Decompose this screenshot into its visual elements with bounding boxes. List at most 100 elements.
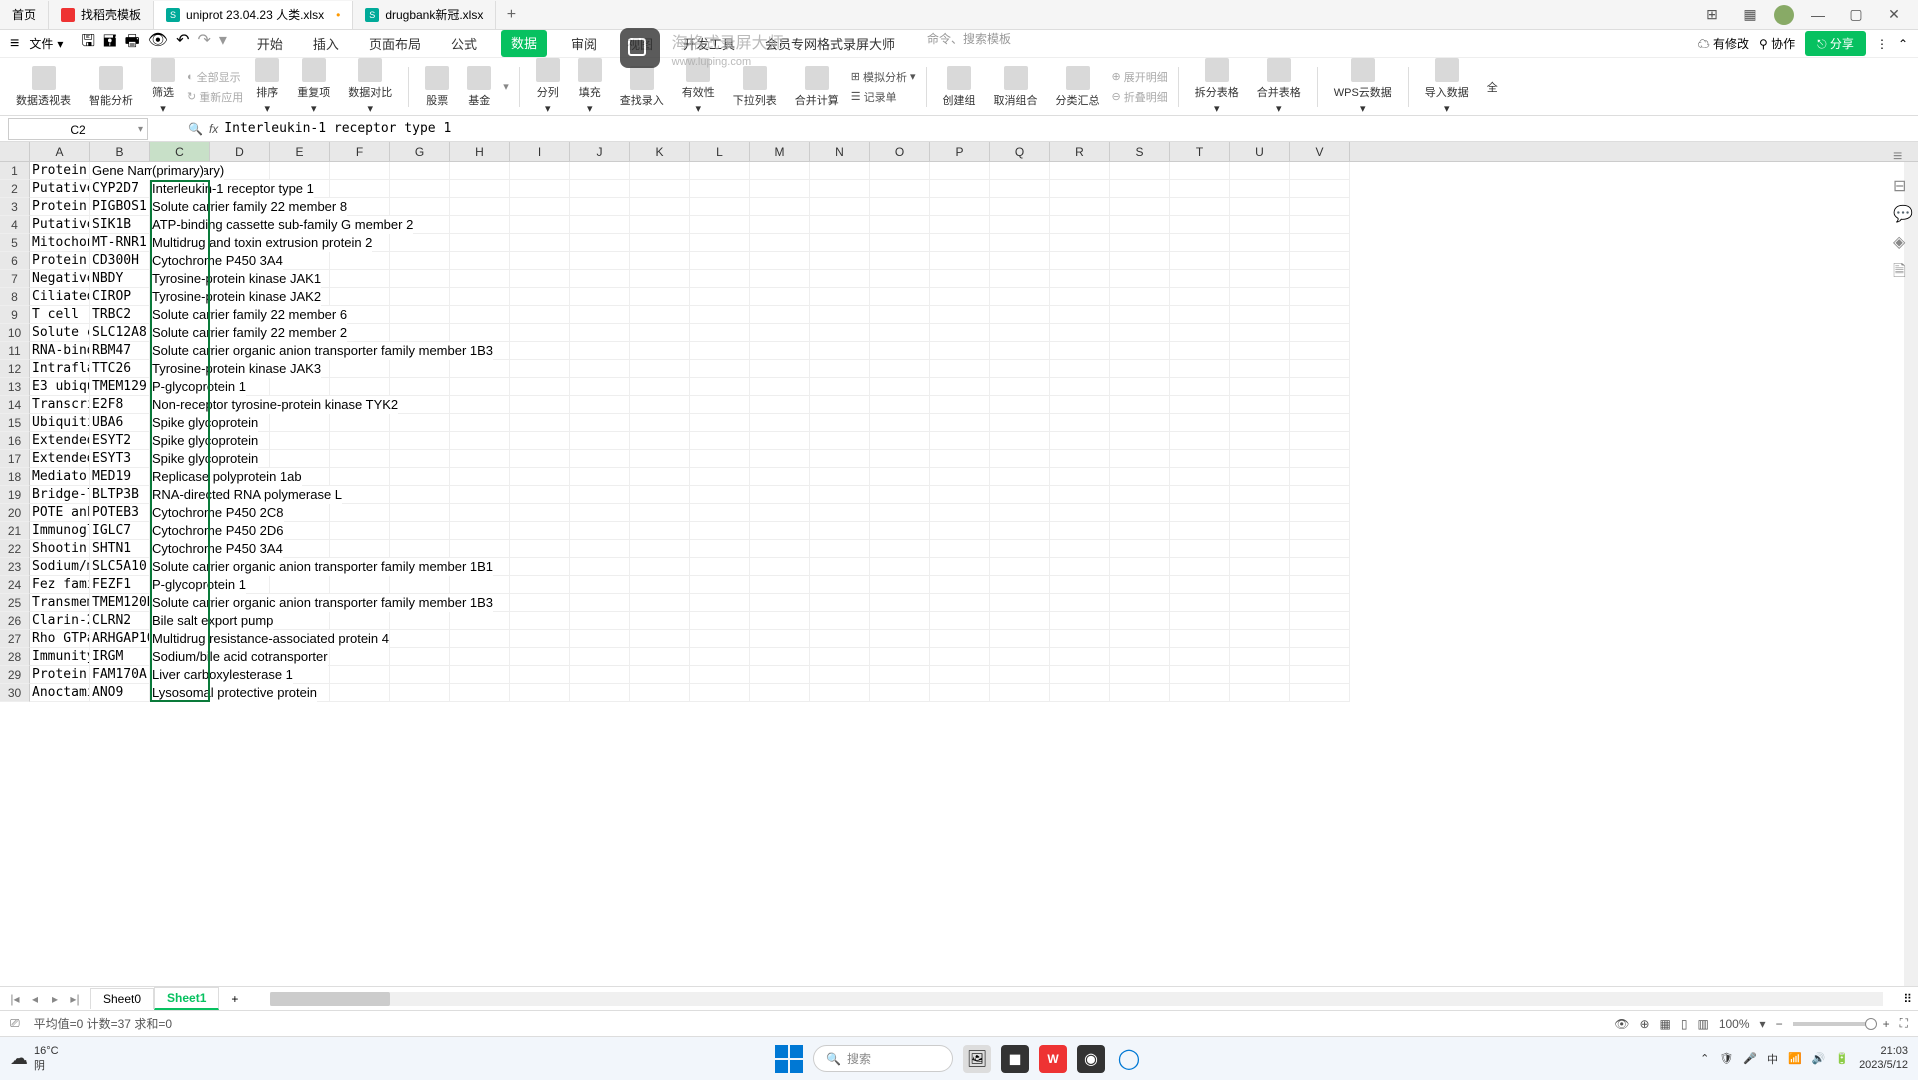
cell[interactable]: Spike glycoprotein	[150, 432, 210, 450]
cell[interactable]	[270, 414, 330, 432]
cell[interactable]: Transmem	[30, 594, 90, 612]
row-header[interactable]: 20	[0, 504, 30, 522]
start-button[interactable]	[775, 1045, 803, 1073]
col-header-Q[interactable]: Q	[990, 142, 1050, 161]
cell[interactable]	[330, 684, 390, 702]
cell[interactable]: CYP2D7	[90, 180, 150, 198]
cell[interactable]	[990, 612, 1050, 630]
cell[interactable]	[1170, 378, 1230, 396]
cell[interactable]	[570, 342, 630, 360]
settings-dots-icon[interactable]: ⠿	[1903, 992, 1912, 1006]
cell[interactable]: P-glycoprotein 1	[150, 378, 210, 396]
cell[interactable]: TMEM120B	[90, 594, 150, 612]
cell[interactable]	[1230, 306, 1290, 324]
col-header-D[interactable]: D	[210, 142, 270, 161]
cell[interactable]	[1290, 324, 1350, 342]
cell[interactable]	[810, 396, 870, 414]
cell[interactable]	[570, 180, 630, 198]
select-all-corner[interactable]	[0, 142, 30, 161]
cell[interactable]	[570, 504, 630, 522]
row-header[interactable]: 4	[0, 216, 30, 234]
name-box[interactable]: C2	[8, 118, 148, 140]
more-ribbon[interactable]: 全	[1481, 79, 1504, 95]
cell[interactable]	[690, 342, 750, 360]
side-menu-icon[interactable]: ≡	[1893, 148, 1913, 168]
cell[interactable]	[750, 288, 810, 306]
cell[interactable]: Bridge-l	[30, 486, 90, 504]
cell[interactable]	[990, 666, 1050, 684]
cell[interactable]: Solute carrier family 22 member 2	[150, 324, 210, 342]
cell[interactable]: Multidrug resistance-associated protein …	[150, 630, 210, 648]
side-tools-icon[interactable]: ⊟	[1893, 176, 1913, 196]
cloud-modified[interactable]: ☁ 有修改	[1698, 35, 1749, 52]
cell[interactable]	[570, 198, 630, 216]
cell[interactable]	[810, 468, 870, 486]
cell[interactable]: ANO9	[90, 684, 150, 702]
cell[interactable]	[1230, 378, 1290, 396]
cell[interactable]	[1050, 468, 1110, 486]
cell[interactable]	[1170, 648, 1230, 666]
cell[interactable]	[1230, 288, 1290, 306]
cell[interactable]	[1230, 360, 1290, 378]
cell[interactable]	[870, 270, 930, 288]
cell[interactable]	[690, 486, 750, 504]
cell[interactable]	[930, 252, 990, 270]
cell[interactable]	[810, 360, 870, 378]
cell[interactable]	[810, 270, 870, 288]
cell[interactable]: E2F8	[90, 396, 150, 414]
cell[interactable]	[450, 360, 510, 378]
cell[interactable]: Solute ca	[30, 324, 90, 342]
tab-devtools[interactable]: 开发工具	[677, 30, 741, 57]
cell[interactable]	[570, 594, 630, 612]
cell[interactable]	[630, 162, 690, 180]
cell[interactable]	[990, 378, 1050, 396]
cell[interactable]	[1170, 324, 1230, 342]
cell[interactable]	[510, 630, 570, 648]
cell[interactable]	[1110, 486, 1170, 504]
cell[interactable]: ARHGAP10	[90, 630, 150, 648]
cell[interactable]	[510, 648, 570, 666]
cell[interactable]	[1230, 198, 1290, 216]
zoom-out[interactable]: −	[1776, 1017, 1783, 1031]
tray-ime-icon[interactable]: 中	[1767, 1051, 1778, 1067]
cell[interactable]: UBA6	[90, 414, 150, 432]
cell[interactable]	[390, 180, 450, 198]
cell[interactable]	[930, 450, 990, 468]
cell[interactable]	[570, 558, 630, 576]
cell[interactable]	[1290, 270, 1350, 288]
sheet-nav-next[interactable]: ▸	[46, 992, 64, 1006]
cell[interactable]	[390, 504, 450, 522]
cell[interactable]	[810, 306, 870, 324]
cell[interactable]: PIGBOS1	[90, 198, 150, 216]
cell[interactable]: Cytochrome P450 3A4	[150, 252, 210, 270]
col-header-A[interactable]: A	[30, 142, 90, 161]
cell[interactable]	[750, 576, 810, 594]
cell[interactable]	[270, 378, 330, 396]
col-header-N[interactable]: N	[810, 142, 870, 161]
cell[interactable]	[1110, 324, 1170, 342]
cell[interactable]	[510, 306, 570, 324]
cell[interactable]	[1170, 180, 1230, 198]
reapply[interactable]: ↻ 重新应用	[187, 89, 243, 105]
cell[interactable]: BLTP3B	[90, 486, 150, 504]
cell[interactable]: (primary)	[150, 162, 210, 180]
row-header[interactable]: 18	[0, 468, 30, 486]
text-to-columns[interactable]: 分列▾	[530, 58, 566, 115]
cell[interactable]	[1290, 468, 1350, 486]
cell[interactable]	[510, 504, 570, 522]
cell[interactable]	[1290, 540, 1350, 558]
cell[interactable]	[810, 432, 870, 450]
cell[interactable]	[1230, 432, 1290, 450]
maximize-button[interactable]: ▢	[1842, 1, 1870, 29]
cell[interactable]	[750, 198, 810, 216]
cell[interactable]	[1230, 252, 1290, 270]
cell[interactable]	[330, 504, 390, 522]
cell[interactable]	[1050, 324, 1110, 342]
cell[interactable]	[870, 684, 930, 702]
cell[interactable]	[1290, 288, 1350, 306]
cell[interactable]	[990, 522, 1050, 540]
cell[interactable]	[1110, 504, 1170, 522]
cell[interactable]: Spike glycoprotein	[150, 414, 210, 432]
row-header[interactable]: 19	[0, 486, 30, 504]
cell[interactable]	[690, 198, 750, 216]
